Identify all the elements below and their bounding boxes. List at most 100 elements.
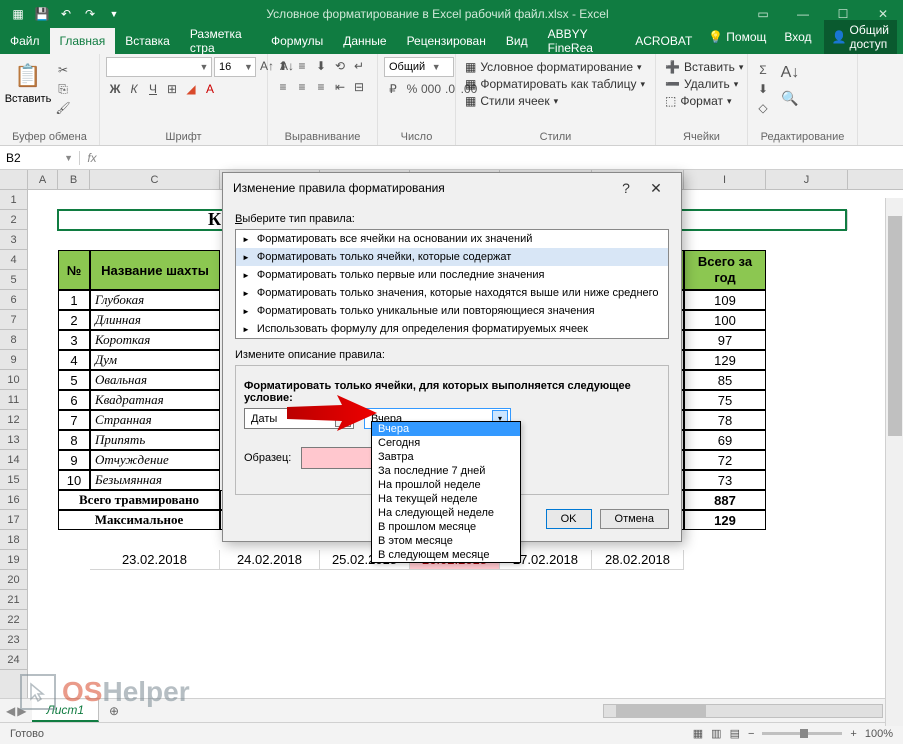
view-normal-icon[interactable]: ▦ [693, 727, 703, 740]
row-header[interactable]: 8 [0, 330, 27, 350]
font-color-icon[interactable]: A [201, 80, 219, 98]
percent-icon[interactable]: % [403, 80, 421, 98]
indent-dec-icon[interactable]: ⇤ [331, 78, 349, 96]
tab-home[interactable]: Главная [50, 28, 116, 54]
cell[interactable]: 73 [684, 470, 766, 490]
redo-icon[interactable]: ↷ [80, 4, 100, 24]
tab-view[interactable]: Вид [496, 28, 538, 54]
condition-type-combo[interactable]: Даты▾ [244, 408, 354, 429]
rule-type-item[interactable]: Использовать формулу для определения фор… [236, 320, 668, 338]
view-page-icon[interactable]: ▥ [711, 727, 721, 740]
cell[interactable]: Максимальное [58, 510, 220, 530]
cell-styles-button[interactable]: ▦Стили ячеек ▾ [462, 93, 561, 109]
row-header[interactable]: 15 [0, 470, 27, 490]
cell[interactable]: 6 [58, 390, 90, 410]
column-header[interactable]: C [90, 170, 220, 189]
sort-filter-icon[interactable]: A↓ [778, 61, 802, 85]
bold-icon[interactable]: Ж [106, 80, 124, 98]
align-bottom-icon[interactable]: ⬇ [312, 57, 330, 75]
row-header[interactable]: 7 [0, 310, 27, 330]
row-header[interactable]: 2 [0, 210, 27, 230]
tell-me[interactable]: 💡Помощ [702, 26, 772, 48]
qat-customize-icon[interactable]: ▼ [104, 4, 124, 24]
dropdown-item[interactable]: Завтра [372, 450, 520, 464]
align-middle-icon[interactable]: ≡ [293, 57, 311, 75]
cell[interactable]: 23.02.2018 [90, 550, 220, 570]
row-header[interactable]: 17 [0, 510, 27, 530]
font-size-combo[interactable]: 16▼ [214, 57, 256, 77]
cell[interactable]: Припять [90, 430, 220, 450]
orientation-icon[interactable]: ⟲ [331, 57, 349, 75]
cell[interactable]: 85 [684, 370, 766, 390]
dropdown-item[interactable]: Вчера [372, 422, 520, 436]
cell[interactable]: 100 [684, 310, 766, 330]
zoom-slider[interactable] [762, 732, 842, 735]
horizontal-scrollbar[interactable] [129, 704, 903, 718]
cell[interactable]: Короткая [90, 330, 220, 350]
column-header[interactable]: B [58, 170, 90, 189]
vertical-scrollbar[interactable] [885, 198, 903, 726]
font-name-combo[interactable]: ▼ [106, 57, 212, 77]
sheet-nav-prev-icon[interactable]: ◀ [6, 704, 15, 718]
dropdown-item[interactable]: За последние 7 дней [372, 464, 520, 478]
view-break-icon[interactable]: ▤ [730, 727, 740, 740]
tab-abbyy[interactable]: ABBYY FineRea [538, 28, 626, 54]
cell[interactable]: 4 [58, 350, 90, 370]
thousands-icon[interactable]: 000 [422, 80, 440, 98]
cell[interactable]: 97 [684, 330, 766, 350]
cell[interactable]: 69 [684, 430, 766, 450]
tab-pagelayout[interactable]: Разметка стра [180, 28, 261, 54]
rule-type-item[interactable]: Форматировать только уникальные или повт… [236, 302, 668, 320]
cell[interactable]: 72 [684, 450, 766, 470]
cell[interactable]: 75 [684, 390, 766, 410]
row-header[interactable]: 19 [0, 550, 27, 570]
row-header[interactable]: 16 [0, 490, 27, 510]
date-period-dropdown[interactable]: ВчераСегодняЗавтраЗа последние 7 днейНа … [371, 421, 521, 563]
row-header[interactable]: 24 [0, 650, 27, 670]
cell[interactable]: 129 [684, 510, 766, 530]
dropdown-item[interactable]: На текущей неделе [372, 492, 520, 506]
format-as-table-button[interactable]: ▦Форматировать как таблицу ▾ [462, 76, 648, 92]
dropdown-item[interactable]: На прошлой неделе [372, 478, 520, 492]
select-all-corner[interactable] [0, 170, 28, 189]
row-header[interactable]: 5 [0, 270, 27, 290]
cell[interactable]: Глубокая [90, 290, 220, 310]
tab-acrobat[interactable]: ACROBAT [625, 28, 702, 54]
dropdown-item[interactable]: На следующей неделе [372, 506, 520, 520]
tab-data[interactable]: Данные [333, 28, 396, 54]
row-header[interactable]: 20 [0, 570, 27, 590]
fill-color-icon[interactable]: ◢ [182, 80, 200, 98]
wrap-text-icon[interactable]: ↵ [350, 57, 368, 75]
align-right-icon[interactable]: ≡ [312, 78, 330, 96]
underline-icon[interactable]: Ч [144, 80, 162, 98]
share-button[interactable]: 👤 Общий доступ [824, 20, 897, 54]
cell[interactable]: 2 [58, 310, 90, 330]
zoom-out-icon[interactable]: − [748, 728, 754, 740]
insert-cells-button[interactable]: ➕Вставить ▾ [662, 59, 746, 75]
rule-type-item[interactable]: Форматировать только первые или последни… [236, 266, 668, 284]
cell[interactable]: Отчуждение [90, 450, 220, 470]
zoom-in-icon[interactable]: + [850, 728, 856, 740]
dialog-help-icon[interactable]: ? [611, 180, 641, 196]
format-cells-button[interactable]: ⬚Формат ▾ [662, 93, 735, 109]
rule-type-item[interactable]: Форматировать только ячейки, которые сод… [236, 248, 668, 266]
align-top-icon[interactable]: ⬆ [274, 57, 292, 75]
column-header[interactable]: A [28, 170, 58, 189]
cell[interactable]: 78 [684, 410, 766, 430]
cell[interactable]: 9 [58, 450, 90, 470]
conditional-formatting-button[interactable]: ▦Условное форматирование ▾ [462, 59, 645, 75]
cancel-button[interactable]: Отмена [600, 509, 669, 529]
find-select-icon[interactable]: 🔍 [778, 86, 802, 110]
borders-icon[interactable]: ⊞ [163, 80, 181, 98]
cell[interactable]: 887 [684, 490, 766, 510]
copy-icon[interactable]: ⎘ [54, 80, 72, 98]
column-header[interactable]: J [766, 170, 848, 189]
cell[interactable]: 8 [58, 430, 90, 450]
cell[interactable]: 1 [58, 290, 90, 310]
format-painter-icon[interactable]: 🖌 [54, 99, 72, 117]
row-header[interactable]: 23 [0, 630, 27, 650]
row-header[interactable]: 21 [0, 590, 27, 610]
cell[interactable]: Дум [90, 350, 220, 370]
row-header[interactable]: 12 [0, 410, 27, 430]
cell[interactable]: Овальная [90, 370, 220, 390]
